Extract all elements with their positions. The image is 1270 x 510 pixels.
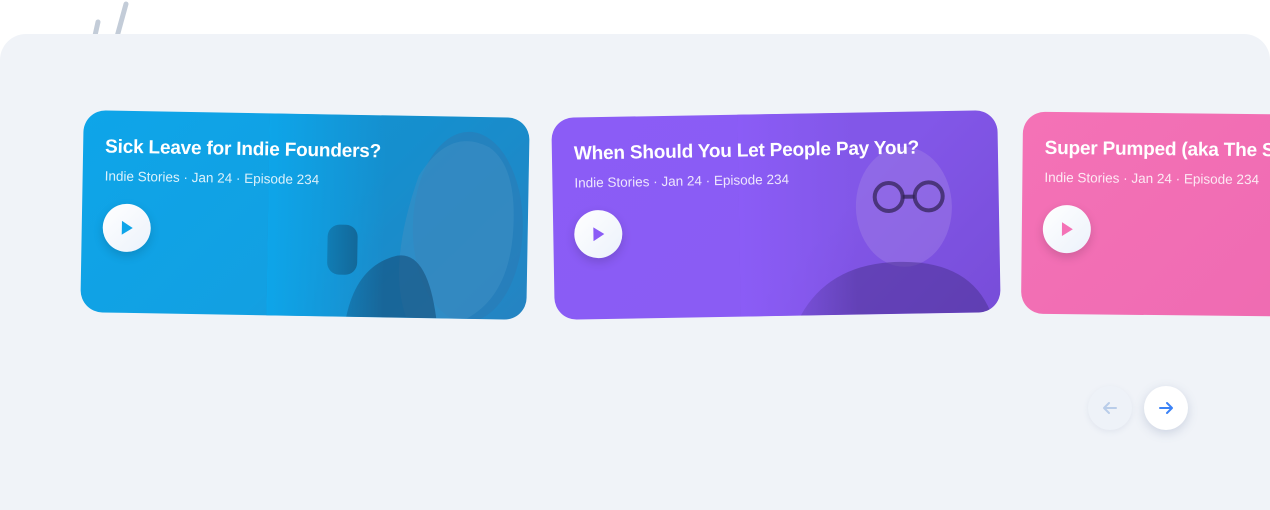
episode-meta: Indie Stories · Jan 24 · Episode 234: [104, 168, 320, 188]
podcast-carousel-section: Sick Leave for Indie Founders? Indie Sto…: [0, 0, 1270, 510]
play-icon: [593, 227, 605, 242]
episode-card[interactable]: Super Pumped (aka The Sa Indie Stories ·…: [1020, 111, 1270, 319]
episode-title: Super Pumped (aka The Sa: [1044, 137, 1270, 162]
episode-card[interactable]: Sick Leave for Indie Founders? Indie Sto…: [80, 110, 530, 320]
play-button[interactable]: [102, 203, 152, 253]
previous-button[interactable]: [1088, 386, 1132, 430]
episode-meta: Indie Stories · Jan 24 · Episode 234: [1044, 169, 1260, 188]
play-button[interactable]: [573, 209, 623, 259]
play-button[interactable]: [1042, 204, 1092, 254]
arrow-left-icon: [1103, 402, 1117, 414]
play-icon: [121, 220, 133, 235]
episode-card[interactable]: When Should You Let People Pay You? Indi…: [551, 110, 1001, 320]
arrow-right-icon: [1159, 402, 1173, 414]
episode-title: Sick Leave for Indie Founders?: [104, 136, 382, 163]
play-icon: [1061, 222, 1073, 237]
next-button[interactable]: [1144, 386, 1188, 430]
